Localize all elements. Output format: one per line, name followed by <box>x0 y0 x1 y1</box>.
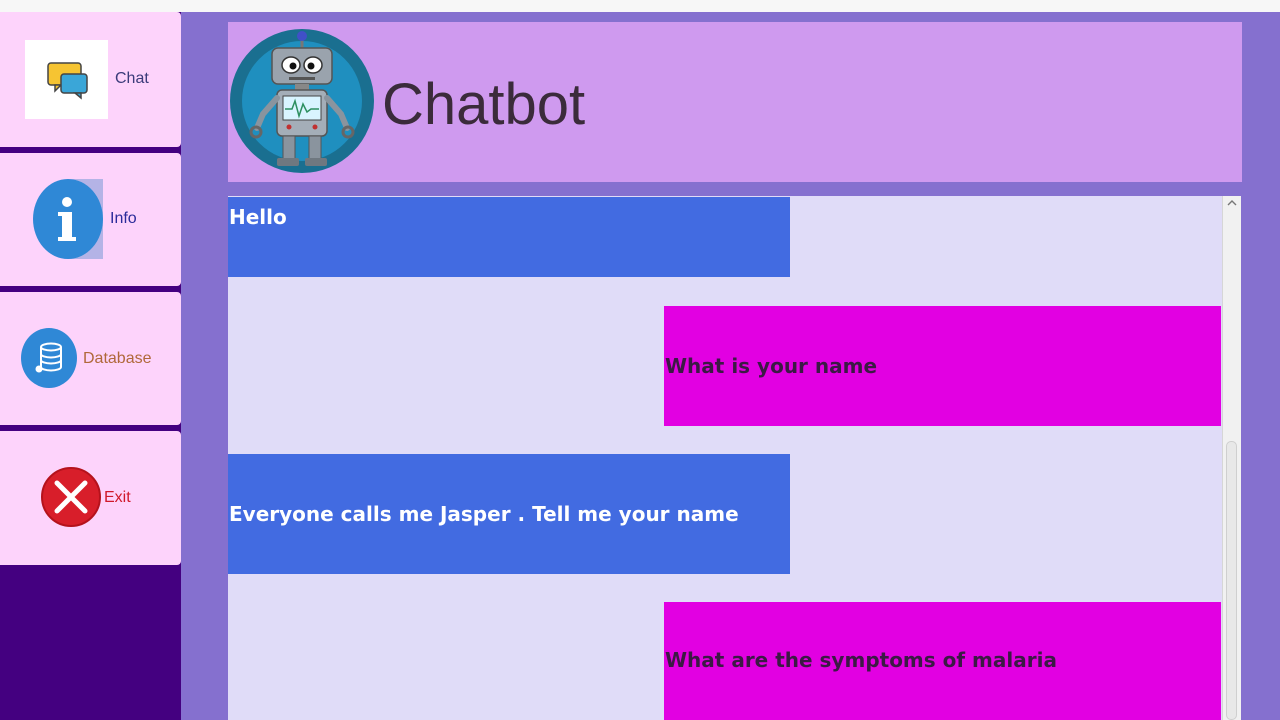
database-icon <box>21 328 77 388</box>
sidebar-item-label: Database <box>83 350 152 367</box>
window-titlebar <box>0 0 1280 12</box>
sidebar-item-label: Info <box>110 210 137 227</box>
sidebar-item-exit[interactable]: Exit <box>0 431 181 565</box>
robot-icon <box>230 29 374 173</box>
bot-message: Everyone calls me Jasper . Tell me your … <box>228 454 790 574</box>
chat-icon-tile <box>25 40 108 119</box>
chat-bubbles-icon <box>47 62 88 100</box>
chat-panel[interactable]: Hello What is your name Everyone calls m… <box>228 196 1241 720</box>
info-icon <box>33 179 103 259</box>
main-area: Chatbot Hello What is your name Everyone… <box>181 12 1280 720</box>
bot-message: Hello <box>228 197 790 277</box>
chat-scrollbar[interactable] <box>1222 196 1241 720</box>
scrollbar-thumb[interactable] <box>1226 441 1237 720</box>
sidebar-item-database[interactable]: Database <box>0 292 181 425</box>
chevron-up-icon[interactable] <box>1227 199 1237 207</box>
app-title: Chatbot <box>382 72 586 137</box>
sidebar-item-info[interactable]: Info <box>0 153 181 286</box>
user-message: What are the symptoms of malaria <box>664 602 1221 720</box>
user-message: What is your name <box>664 306 1221 426</box>
sidebar: Chat Info Database Exit <box>0 12 181 720</box>
app-header: Chatbot <box>228 22 1242 182</box>
sidebar-item-label: Chat <box>115 70 149 87</box>
sidebar-item-chat[interactable]: Chat <box>0 12 181 147</box>
sidebar-item-label: Exit <box>104 489 131 506</box>
close-icon <box>41 467 101 527</box>
